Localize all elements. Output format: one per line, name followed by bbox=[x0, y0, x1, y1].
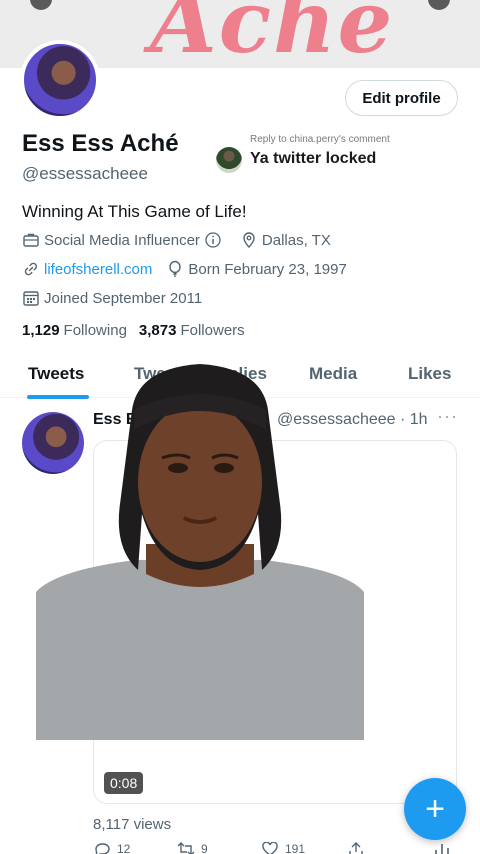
profile-birthday: Born February 23, 1997 bbox=[166, 260, 347, 278]
plus-icon: + bbox=[425, 789, 445, 828]
reply-count: 12 bbox=[117, 842, 131, 854]
following-count: 1,129 bbox=[22, 322, 60, 339]
retweet-count: 9 bbox=[201, 842, 208, 854]
compose-tweet-button[interactable]: + bbox=[404, 778, 466, 840]
follow-stats: 1,129 Following 3,873 Followers bbox=[22, 322, 257, 339]
tweet-action-bar: 12 9 191 bbox=[93, 842, 453, 854]
profile-joined: Joined September 2011 bbox=[22, 289, 202, 307]
profile-bio: Winning At This Game of Life! bbox=[22, 202, 247, 221]
followers-count: 3,873 bbox=[138, 322, 177, 339]
link-icon bbox=[24, 262, 37, 276]
following-label: Following bbox=[63, 322, 127, 339]
profile-location-label: Dallas, TX bbox=[261, 231, 331, 249]
analytics-action[interactable] bbox=[433, 842, 451, 854]
reply-commenter-avatar bbox=[216, 147, 242, 173]
profile-handle: @essessacheee bbox=[22, 164, 148, 183]
followers-label: Followers bbox=[180, 322, 245, 339]
reply-action[interactable]: 12 bbox=[93, 842, 130, 854]
reply-comment-note: Reply to china.perry's comment bbox=[250, 134, 390, 145]
profile-joined-label: Joined September 2011 bbox=[44, 289, 203, 307]
banner-back-icon[interactable] bbox=[30, 0, 52, 10]
profile-display-name: Ess Ess Aché bbox=[22, 130, 179, 157]
following-link[interactable]: 1,129 Following bbox=[22, 322, 127, 339]
profile-meta-row-1: Social Media Influencer Dallas, TX bbox=[22, 231, 345, 249]
profile-website[interactable]: lifeofsherell.com bbox=[22, 260, 152, 278]
reply-comment-text: Ya twitter locked bbox=[250, 150, 377, 167]
profile-meta-row-3: Joined September 2011 bbox=[22, 289, 216, 307]
like-action[interactable]: 191 bbox=[261, 842, 305, 854]
calendar-icon bbox=[23, 291, 39, 306]
video-duration-badge: 0:08 bbox=[104, 772, 144, 794]
balloon-icon bbox=[169, 260, 182, 277]
like-count: 191 bbox=[285, 842, 306, 854]
share-action[interactable] bbox=[347, 842, 365, 854]
followers-link[interactable]: 3,873 Followers bbox=[139, 322, 245, 339]
tweet-more-icon[interactable]: ··· bbox=[437, 406, 458, 427]
share-icon bbox=[349, 842, 363, 854]
retweet-action[interactable]: 9 bbox=[177, 842, 208, 854]
profile-meta-row-2: lifeofsherell.com Born February 23, 1997 bbox=[22, 260, 361, 278]
heart-icon bbox=[262, 842, 278, 854]
briefcase-icon bbox=[23, 233, 39, 247]
profile-location: Dallas, TX bbox=[240, 231, 331, 249]
analytics-icon bbox=[435, 844, 449, 854]
location-pin-icon bbox=[243, 232, 255, 248]
profile-avatar[interactable] bbox=[20, 40, 100, 120]
profile-website-link[interactable]: lifeofsherell.com bbox=[44, 261, 152, 278]
retweet-icon bbox=[177, 842, 195, 854]
profile-category-label: Social Media Influencer bbox=[44, 231, 200, 249]
tweet-views: 8,117 views bbox=[93, 816, 172, 833]
info-icon[interactable] bbox=[204, 231, 222, 249]
green-screen-person-overlay bbox=[36, 364, 364, 740]
profile-category: Social Media Influencer bbox=[22, 231, 226, 249]
tab-likes[interactable]: Likes bbox=[408, 364, 451, 384]
banner-logo-text: Aché bbox=[150, 0, 395, 68]
banner-more-icon[interactable] bbox=[428, 0, 450, 10]
reply-icon bbox=[95, 843, 110, 854]
edit-profile-button[interactable]: Edit profile bbox=[345, 80, 458, 116]
profile-birthday-label: Born February 23, 1997 bbox=[188, 260, 347, 278]
